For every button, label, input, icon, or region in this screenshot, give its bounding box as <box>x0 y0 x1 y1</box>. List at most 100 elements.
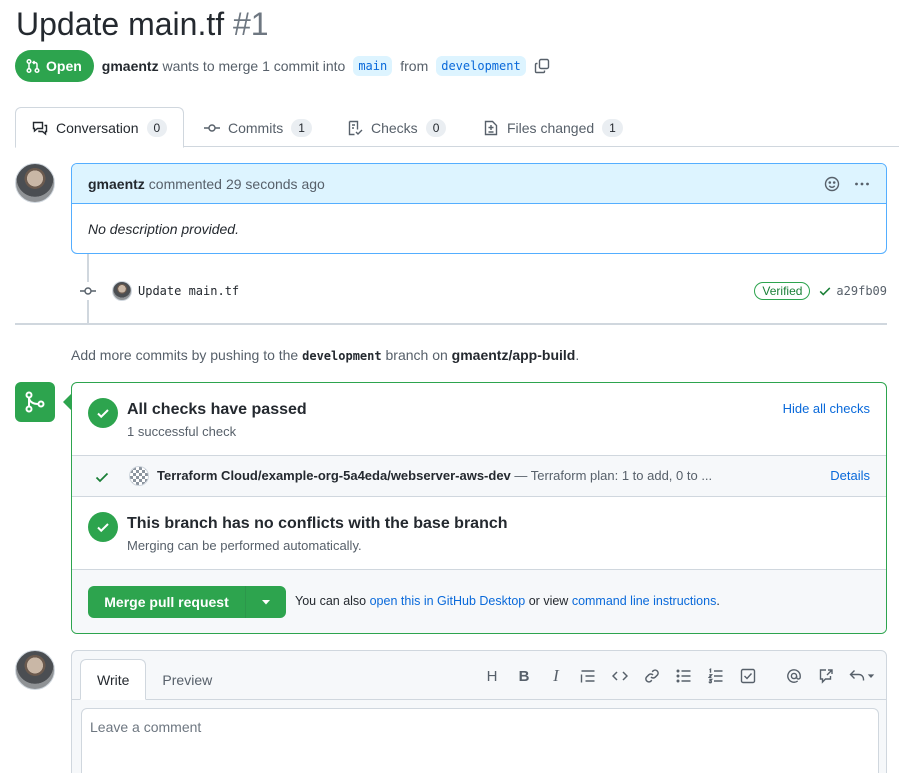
merge-pull-request-button[interactable]: Merge pull request <box>88 586 246 618</box>
tab-counter: 0 <box>425 118 447 137</box>
avatar[interactable] <box>112 281 132 301</box>
saved-replies-button[interactable] <box>842 665 882 687</box>
sha-label: a29fb09 <box>836 284 887 298</box>
commit-icon <box>79 282 97 300</box>
cross-reference-button[interactable] <box>810 665 842 687</box>
bold-button[interactable]: B <box>508 665 540 687</box>
repo-link[interactable]: gmaentz/app-build <box>452 347 576 363</box>
task-list-button[interactable] <box>732 665 764 687</box>
tab-label: Conversation <box>56 119 139 136</box>
tasklist-icon <box>740 668 756 684</box>
comment-header: gmaentz commented 29 seconds ago <box>72 164 886 204</box>
tab-counter: 1 <box>291 118 312 137</box>
code-button[interactable] <box>604 665 636 687</box>
unordered-list-button[interactable] <box>668 665 700 687</box>
check-icon <box>820 287 831 296</box>
page-title: Update main.tf #1 <box>16 4 269 44</box>
base-branch[interactable]: main <box>353 56 393 76</box>
verified-badge[interactable]: Verified <box>754 282 811 300</box>
tab-label: Commits <box>228 119 284 136</box>
conversation-icon <box>32 121 48 135</box>
tab-commits[interactable]: Commits 1 <box>188 107 328 148</box>
checks-summary: All checks have passed 1 successful chec… <box>72 383 886 455</box>
check-item-name: Terraform Cloud/example-org-5a4eda/webse… <box>157 468 511 483</box>
conflicts-summary: This branch has no conflicts with the ba… <box>72 497 886 569</box>
merge-actions: Merge pull request You can also open thi… <box>72 569 886 633</box>
list-unordered-icon <box>676 669 691 683</box>
check-item: Terraform Cloud/example-org-5a4eda/webse… <box>72 455 886 497</box>
copy-icon[interactable] <box>534 58 550 74</box>
reply-icon <box>849 670 865 681</box>
command-line-link[interactable]: command line instructions <box>572 594 717 608</box>
italic-button[interactable]: I <box>540 665 572 687</box>
timeline-commit: Update main.tf Verified a29fb09 <box>79 278 887 304</box>
comment-author[interactable]: gmaentz <box>88 176 145 192</box>
pull-request-icon <box>26 58 40 74</box>
merge-text: wants to merge 1 commit into <box>162 58 346 74</box>
merge-hint-prefix: You can also <box>295 594 367 608</box>
merge-hint-middle: or view <box>528 594 569 608</box>
commit-icon <box>204 123 220 132</box>
quote-button[interactable] <box>572 665 604 687</box>
comment-action: commented <box>148 175 222 192</box>
check-item-text: Terraform Cloud/example-org-5a4eda/webse… <box>157 468 712 483</box>
tab-checks[interactable]: Checks 0 <box>331 107 462 148</box>
tab-preview[interactable]: Preview <box>146 659 228 700</box>
comment-editor: Write Preview H B I Leave a comment <box>71 650 887 773</box>
push-hint-branch: development <box>302 349 382 363</box>
push-hint-suffix: . <box>575 347 580 363</box>
check-circle-icon <box>88 512 118 542</box>
comment-time[interactable]: 29 seconds ago <box>226 176 325 192</box>
terraform-cloud-icon <box>129 466 149 486</box>
avatar[interactable] <box>15 163 55 203</box>
git-merge-icon <box>15 382 55 422</box>
comment-actions <box>824 176 870 192</box>
tab-counter: 0 <box>146 118 168 137</box>
mention-button[interactable] <box>778 665 810 687</box>
merge-hint: You can also open this in GitHub Desktop… <box>295 594 720 608</box>
kebab-horizontal-icon[interactable] <box>854 176 870 192</box>
head-branch[interactable]: development <box>436 56 526 76</box>
smiley-icon[interactable] <box>824 176 840 192</box>
merge-box: All checks have passed 1 successful chec… <box>71 382 887 634</box>
code-icon <box>612 671 628 681</box>
comment-card: gmaentz commented 29 seconds ago No desc… <box>71 163 887 254</box>
conflicts-title: This branch has no conflicts with the ba… <box>127 515 508 532</box>
triangle-down-icon <box>867 674 875 678</box>
link-button[interactable] <box>636 665 668 687</box>
checks-title: All checks have passed <box>127 401 307 418</box>
cross-reference-icon <box>819 669 833 684</box>
checks-subtitle: 1 successful check <box>127 424 237 439</box>
file-diff-icon <box>484 120 498 135</box>
editor-tabs: Write Preview <box>80 659 228 700</box>
list-ordered-icon <box>708 668 723 684</box>
check-item-desc: — Terraform plan: 1 to add, 0 to ... <box>514 468 713 483</box>
ordered-list-button[interactable] <box>700 665 732 687</box>
merge-box-pointer <box>63 394 71 410</box>
hide-checks-button[interactable]: Hide all checks <box>783 401 870 416</box>
merge-button-group: Merge pull request <box>88 586 286 618</box>
triangle-down-icon <box>262 600 270 605</box>
github-desktop-link[interactable]: open this in GitHub Desktop <box>370 594 526 608</box>
tab-conversation[interactable]: Conversation 0 <box>15 107 185 148</box>
from-text: from <box>400 58 429 74</box>
tab-write[interactable]: Write <box>80 659 147 700</box>
author-link[interactable]: gmaentz <box>102 58 159 74</box>
avatar[interactable] <box>15 650 55 690</box>
heading-button[interactable]: H <box>476 665 508 687</box>
comment-textarea[interactable]: Leave a comment <box>81 708 879 773</box>
push-hint-prefix: Add more commits by pushing to the <box>71 347 299 363</box>
merge-description: gmaentz wants to merge 1 commit into <box>102 58 346 74</box>
check-icon <box>95 472 109 483</box>
checklist-icon <box>348 120 363 135</box>
pr-title: Update main.tf <box>16 6 225 42</box>
tab-label: Files changed <box>507 119 595 136</box>
commit-message[interactable]: Update main.tf <box>138 284 239 298</box>
tab-files-changed[interactable]: Files changed 1 <box>467 107 639 148</box>
push-hint: Add more commits by pushing to the devel… <box>71 347 579 363</box>
timeline-divider <box>15 323 887 325</box>
merge-hint-suffix: . <box>716 594 720 608</box>
commit-sha[interactable]: a29fb09 <box>818 284 887 298</box>
merge-method-dropdown[interactable] <box>246 586 286 618</box>
details-link[interactable]: Details <box>830 468 870 483</box>
